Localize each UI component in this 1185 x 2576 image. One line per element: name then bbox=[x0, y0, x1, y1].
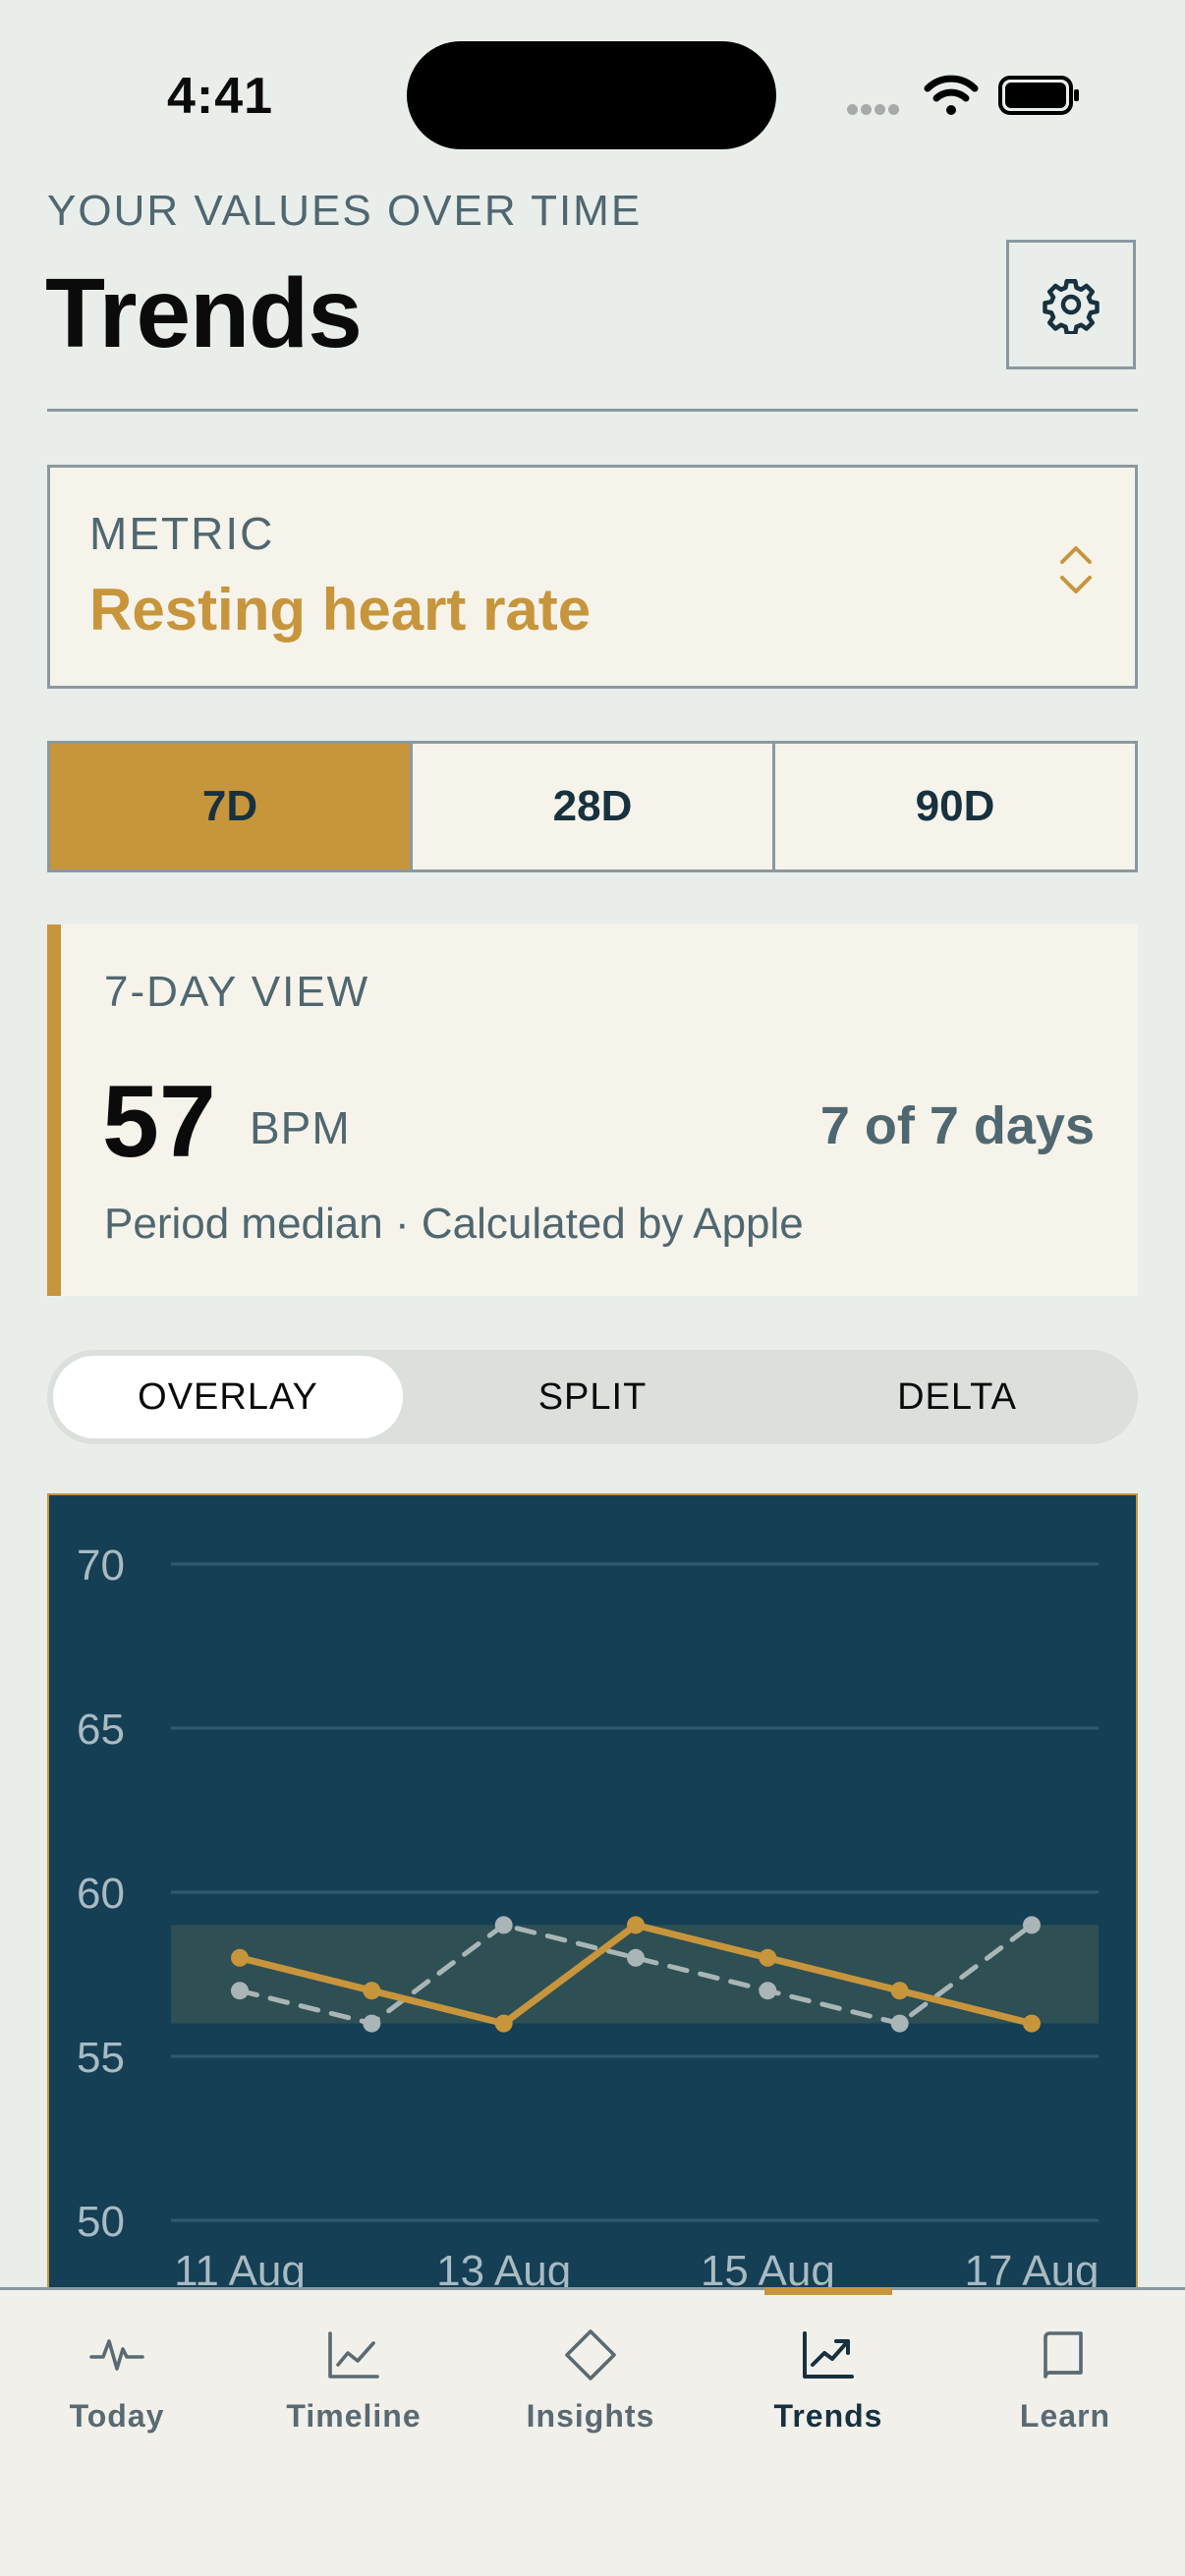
tab-trends-label: Trends bbox=[773, 2398, 883, 2434]
view-mode-toggle: OVERLAY SPLIT DELTA bbox=[47, 1350, 1138, 1444]
y-tick-label: 60 bbox=[77, 1870, 125, 1918]
range-28d-button[interactable]: 28D bbox=[413, 744, 775, 869]
page-eyebrow: YOUR VALUES OVER TIME bbox=[47, 187, 643, 235]
chevron-updown-icon bbox=[1060, 546, 1092, 593]
summary-eyebrow: 7-DAY VIEW bbox=[104, 968, 370, 1016]
line-chart-icon bbox=[328, 2331, 379, 2379]
y-tick-label: 65 bbox=[77, 1706, 125, 1754]
y-tick-label: 70 bbox=[77, 1541, 125, 1590]
view-overlay-option[interactable]: OVERLAY bbox=[53, 1356, 403, 1438]
range-segmented-control: 7D 28D 90D bbox=[47, 741, 1138, 872]
tab-timeline[interactable]: Timeline bbox=[255, 2325, 452, 2435]
dynamic-island bbox=[407, 41, 776, 149]
trend-chart: 70 65 60 55 50 11 Aug 13 Aug 15 Aug 17 Aug bbox=[47, 1493, 1138, 2299]
tab-timeline-label: Timeline bbox=[286, 2398, 422, 2434]
pulse-icon bbox=[89, 2339, 144, 2371]
comparison-data-point bbox=[890, 2014, 909, 2033]
comparison-data-point bbox=[363, 2014, 381, 2033]
summary-note: Period median · Calculated by Apple bbox=[104, 1200, 804, 1248]
summary-accent-bar bbox=[47, 924, 61, 1296]
comparison-data-point bbox=[231, 1982, 249, 2000]
tab-insights-label: Insights bbox=[526, 2398, 655, 2434]
summary-card: 7-DAY VIEW 57 BPM 7 of 7 days Period med… bbox=[47, 924, 1138, 1296]
view-delta-option[interactable]: DELTA bbox=[782, 1356, 1132, 1438]
comparison-data-point bbox=[1023, 1916, 1041, 1934]
y-tick-label: 55 bbox=[77, 2034, 125, 2082]
view-split-option[interactable]: SPLIT bbox=[418, 1356, 767, 1438]
wifi-icon bbox=[924, 75, 979, 115]
cellular-signal-icon bbox=[847, 102, 902, 120]
tab-learn-label: Learn bbox=[1019, 2398, 1111, 2434]
settings-button[interactable] bbox=[1006, 240, 1136, 369]
current-data-point bbox=[759, 1948, 777, 1967]
tab-today-label: Today bbox=[69, 2398, 165, 2434]
comparison-data-point bbox=[759, 1982, 777, 2000]
diamond-icon bbox=[565, 2329, 616, 2380]
current-data-point bbox=[627, 1916, 645, 1934]
tab-insights[interactable]: Insights bbox=[492, 2325, 689, 2435]
current-data-point bbox=[363, 1982, 381, 2000]
header-divider bbox=[47, 409, 1138, 412]
range-90d-button[interactable]: 90D bbox=[775, 744, 1135, 869]
comparison-data-point bbox=[627, 1948, 645, 1967]
current-data-point bbox=[890, 1982, 909, 2000]
gear-icon bbox=[1043, 279, 1100, 334]
comparison-data-point bbox=[494, 1916, 513, 1934]
current-data-point bbox=[1023, 2014, 1041, 2033]
trend-up-icon bbox=[803, 2331, 854, 2379]
tab-today[interactable]: Today bbox=[19, 2325, 215, 2435]
current-data-point bbox=[494, 2014, 513, 2033]
tab-bar: Today Timeline Insights Trends Learn bbox=[0, 2287, 1185, 2576]
range-7d-button[interactable]: 7D bbox=[50, 744, 413, 869]
summary-value: 57 bbox=[102, 1065, 216, 1179]
book-icon bbox=[1044, 2331, 1083, 2379]
trend-chart-svg: 706560555011 Aug 13 Aug 15 Aug 17 Aug bbox=[77, 1541, 1100, 2295]
tab-learn[interactable]: Learn bbox=[967, 2325, 1163, 2435]
active-tab-indicator bbox=[764, 2287, 892, 2295]
current-data-point bbox=[231, 1948, 249, 1967]
summary-unit: BPM bbox=[250, 1102, 351, 1153]
metric-label: METRIC bbox=[89, 508, 275, 559]
y-tick-label: 50 bbox=[77, 2198, 125, 2246]
tab-trends[interactable]: Trends bbox=[730, 2325, 927, 2435]
metric-selector[interactable]: METRIC Resting heart rate bbox=[47, 465, 1138, 689]
summary-coverage: 7 of 7 days bbox=[819, 1096, 1095, 1155]
metric-value: Resting heart rate bbox=[89, 577, 592, 643]
battery-icon bbox=[998, 76, 1079, 115]
status-time: 4:41 bbox=[167, 68, 274, 125]
page-title: Trends bbox=[45, 258, 363, 368]
